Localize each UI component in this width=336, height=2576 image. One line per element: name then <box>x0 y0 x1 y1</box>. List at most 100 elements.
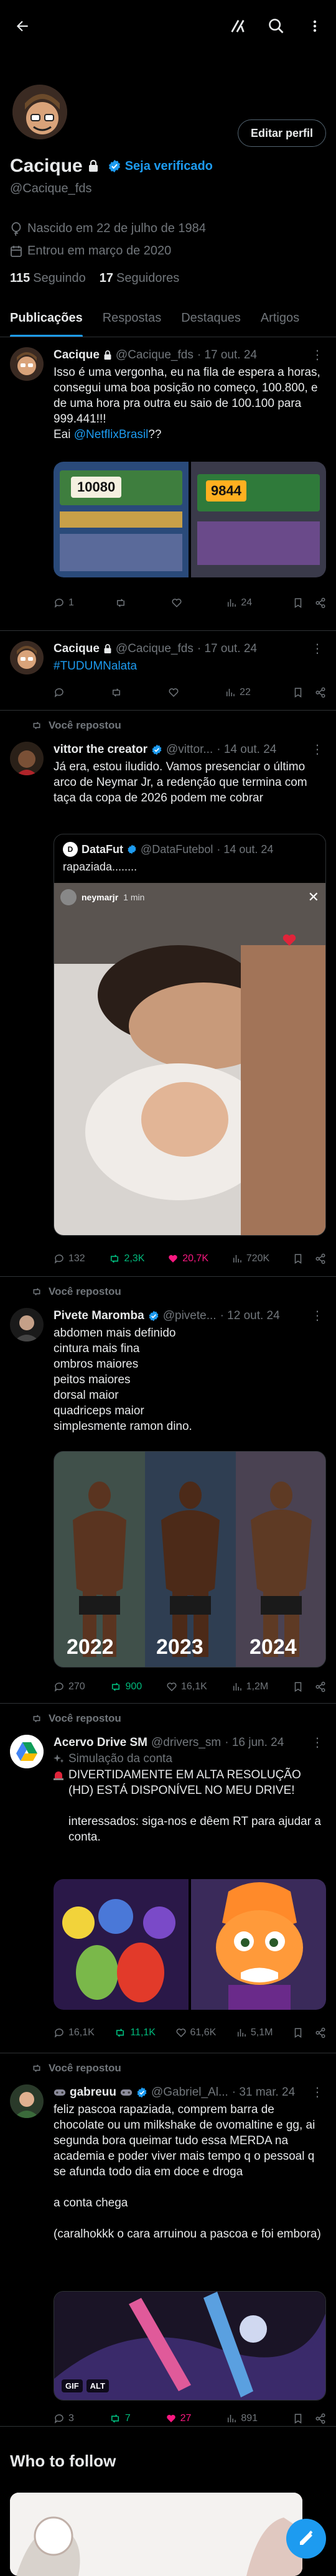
views-button[interactable]: 1,2M <box>231 1681 268 1692</box>
alt-badge[interactable]: ALT <box>86 2379 109 2392</box>
retweet-button[interactable]: 2,3K <box>108 1253 144 1264</box>
views-button[interactable]: 5,1M <box>236 2027 273 2038</box>
more-icon[interactable]: ⋮ <box>311 1308 324 1323</box>
reply-button[interactable]: 270 <box>54 1681 85 1692</box>
author-name[interactable]: Pivete Maromba <box>54 1309 144 1323</box>
more-icon[interactable]: ⋮ <box>311 1735 324 1750</box>
bookmark-icon[interactable] <box>292 1681 304 1692</box>
tweet-text: DIVERTIDAMENTE EM ALTA RESOLUÇÃO (HD) ES… <box>54 1767 326 1845</box>
avatar[interactable] <box>10 1308 44 1342</box>
hashtag-link[interactable]: #TUDUMNalata <box>54 660 137 673</box>
share-icon[interactable] <box>315 2027 326 2038</box>
like-button[interactable]: 61,6K <box>175 2027 216 2038</box>
tweet[interactable]: Você repostou Acervo Drive SM @drivers_s… <box>0 1704 336 2053</box>
tweet-media[interactable] <box>54 1879 326 2010</box>
following-link[interactable]: 115 Seguindo <box>10 271 86 286</box>
tweet-media[interactable]: 10080 9844 <box>54 462 326 577</box>
views-icon <box>237 2029 246 2037</box>
retweet-button[interactable] <box>110 687 126 698</box>
author-name[interactable]: Acervo Drive SM <box>54 1736 147 1750</box>
like-button[interactable] <box>168 687 183 698</box>
quote-image[interactable]: neymarjr 1 min ✕ <box>54 883 325 1235</box>
media-image-right[interactable]: 9844 <box>191 462 326 577</box>
share-icon[interactable] <box>315 1253 326 1264</box>
retweet-count: 11,1K <box>130 2027 156 2038</box>
tweet-time: · 17 out. 24 <box>197 642 257 655</box>
tab-highlights[interactable]: Destaques <box>171 299 251 337</box>
search-button[interactable] <box>265 15 287 37</box>
reply-button[interactable]: 132 <box>54 1253 85 1264</box>
more-options-button[interactable] <box>304 15 326 37</box>
like-button[interactable] <box>171 597 186 609</box>
quote-tweet[interactable]: D DataFut @DataFutebol · 14 out. 24 rapa… <box>54 834 326 1236</box>
compose-post-button[interactable] <box>286 2519 326 2559</box>
profile-avatar[interactable] <box>10 82 70 142</box>
bookmark-icon[interactable] <box>292 597 304 609</box>
avatar[interactable] <box>10 2084 44 2118</box>
grok-button[interactable] <box>226 15 249 37</box>
like-button[interactable]: 20,7K <box>167 1253 208 1264</box>
more-icon[interactable]: ⋮ <box>311 347 324 363</box>
avatar[interactable] <box>10 641 44 674</box>
views-button[interactable]: 24 <box>226 597 252 609</box>
back-button[interactable] <box>10 14 35 39</box>
tweet[interactable]: Você repostou gabreuu @Gabriel_Al... · 3… <box>0 2053 336 2427</box>
get-verified-link[interactable]: Seja verificado <box>108 159 213 174</box>
tweet[interactable]: Você repostou Pivete Maromba @pivete... … <box>0 1277 336 1704</box>
media-image-right[interactable] <box>191 1879 326 2010</box>
tweet[interactable]: Você repostou vittor the creator @vittor… <box>0 711 336 1277</box>
avatar[interactable] <box>10 347 44 381</box>
reply-button[interactable]: 3 <box>54 2413 74 2424</box>
avatar[interactable] <box>10 1735 44 1768</box>
tab-articles[interactable]: Artigos <box>251 299 309 337</box>
tab-posts[interactable]: Publicações <box>0 299 93 337</box>
share-icon[interactable] <box>315 597 326 609</box>
bookmark-icon[interactable] <box>292 1253 304 1264</box>
views-button[interactable]: 22 <box>225 687 251 698</box>
more-icon[interactable]: ⋮ <box>311 742 324 757</box>
share-icon[interactable] <box>315 2413 326 2424</box>
like-button[interactable]: 27 <box>166 2413 191 2424</box>
retweet-button[interactable]: 900 <box>110 1681 142 1692</box>
views-button[interactable]: 720K <box>231 1253 269 1264</box>
followers-link[interactable]: 17 Seguidores <box>100 271 179 286</box>
more-icon[interactable]: ⋮ <box>311 2084 324 2100</box>
tweet[interactable]: Cacique @Cacique_fds · 17 out. 24 ⋮ Isso… <box>0 337 336 631</box>
media-image-left[interactable] <box>54 1879 189 2010</box>
views-icon <box>233 1255 241 1262</box>
more-icon[interactable]: ⋮ <box>311 641 324 656</box>
bookmark-icon[interactable] <box>292 2027 304 2038</box>
reply-count: 270 <box>68 1681 85 1692</box>
author-name[interactable]: Cacique <box>54 642 100 656</box>
story-header: neymarjr 1 min ✕ <box>60 889 319 905</box>
tweet-time: · 14 out. 24 <box>217 742 277 756</box>
author-name[interactable]: Cacique <box>54 348 100 362</box>
mention-link[interactable]: @NetflixBrasil <box>74 428 149 441</box>
reply-button[interactable]: 16,1K <box>54 2027 95 2038</box>
bookmark-icon[interactable] <box>292 2413 304 2424</box>
like-button[interactable]: 16,1K <box>166 1681 207 1692</box>
edit-profile-button[interactable]: Editar perfil <box>237 119 326 147</box>
avatar[interactable] <box>10 742 44 775</box>
tweet-media[interactable]: GIF ALT <box>54 2291 326 2401</box>
tweet[interactable]: Cacique @Cacique_fds · 17 out. 24 ⋮ #TUD… <box>0 631 336 711</box>
views-count: 720K <box>246 1253 270 1264</box>
views-button[interactable]: 891 <box>226 2413 258 2424</box>
retweet-button[interactable]: 7 <box>109 2413 131 2424</box>
reply-button[interactable] <box>54 687 68 698</box>
share-icon[interactable] <box>315 687 326 698</box>
retweet-button[interactable] <box>114 597 131 609</box>
retweet-button[interactable]: 11,1K <box>114 2027 156 2038</box>
tab-replies[interactable]: Respostas <box>93 299 172 337</box>
media-image-left[interactable]: 10080 <box>54 462 189 577</box>
tweet-media[interactable]: 2022 2023 2024 <box>54 1451 326 1668</box>
author-name[interactable]: gabreuu <box>70 2086 116 2099</box>
author-name[interactable]: vittor the creator <box>54 743 147 757</box>
game-controller-icon <box>54 2089 66 2096</box>
bookmark-icon[interactable] <box>292 687 304 698</box>
reply-button[interactable]: 1 <box>54 597 74 609</box>
suggested-account-card[interactable] <box>10 2493 302 2576</box>
who-to-follow-title: Who to follow <box>10 2452 116 2470</box>
share-icon[interactable] <box>315 1681 326 1692</box>
reply-count: 132 <box>68 1253 85 1264</box>
